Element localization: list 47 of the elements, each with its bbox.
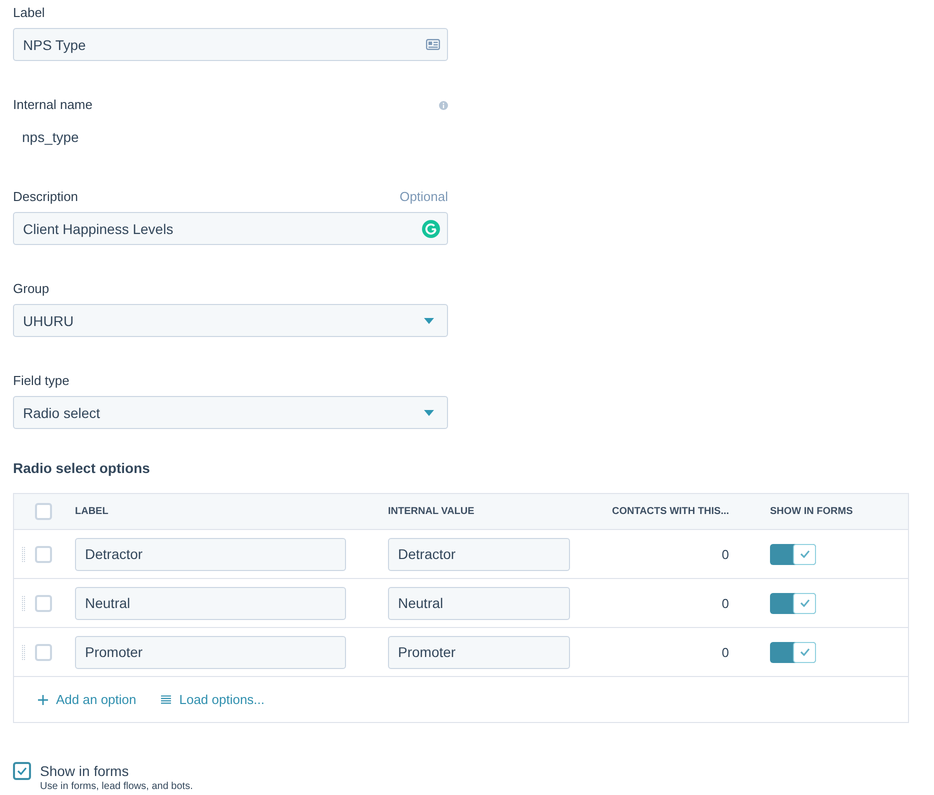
list-icon: [161, 695, 172, 704]
internal-value-input[interactable]: Promoter: [388, 636, 570, 668]
row-checkbox[interactable]: [35, 644, 52, 660]
caret-icon: [424, 410, 434, 416]
option-label-input[interactable]: Detractor: [75, 538, 346, 570]
option-label-input[interactable]: Neutral: [75, 586, 346, 620]
column-header: SHOW IN FORMS: [770, 506, 853, 517]
info-icon[interactable]: [439, 100, 448, 110]
add-option-link[interactable]: Add an option: [38, 692, 136, 707]
contacts-count: 0: [722, 644, 729, 660]
show-in-forms-checkbox[interactable]: [13, 762, 31, 780]
internal-name-value: nps_type: [22, 128, 79, 144]
contacts-count: 0: [722, 596, 729, 610]
column-header: INTERNAL VALUE: [388, 506, 474, 517]
card-icon[interactable]: [426, 39, 440, 50]
show-in-forms-toggle[interactable]: [770, 642, 816, 662]
check-icon: [800, 550, 810, 558]
field-label: Field type: [13, 372, 70, 390]
select-all-checkbox[interactable]: [35, 503, 52, 520]
row-checkbox[interactable]: [35, 546, 52, 562]
load-options-link[interactable]: Load options...: [161, 692, 265, 707]
group-dropdown[interactable]: UHURU: [13, 304, 448, 337]
contacts-count: 0: [722, 546, 729, 562]
column-header: CONTACTS WITH THIS...: [612, 506, 730, 517]
check-icon: [800, 599, 810, 607]
section-heading: Radio select options: [13, 459, 150, 477]
field-label: Internal name: [13, 96, 92, 114]
optional-hint: Optional: [400, 188, 448, 206]
row-checkbox[interactable]: [35, 594, 52, 612]
internal-value-input[interactable]: Neutral: [388, 586, 570, 620]
check-icon: [800, 648, 810, 656]
checkbox-label: Show in forms: [40, 762, 130, 780]
field-label: Label: [13, 4, 45, 22]
label-input[interactable]: NPS Type: [13, 28, 448, 61]
option-label-input[interactable]: Promoter: [75, 636, 346, 668]
column-header: LABEL: [75, 506, 108, 517]
check-icon: [17, 767, 27, 775]
field-label: Group: [13, 280, 50, 298]
field-label: Description: [13, 188, 78, 206]
show-in-forms-toggle[interactable]: [770, 592, 816, 614]
internal-value-input[interactable]: Detractor: [388, 538, 570, 570]
help-text: Use in forms, lead flows, and bots.: [40, 780, 193, 794]
caret-icon: [424, 318, 434, 324]
field-type-dropdown[interactable]: Radio select: [13, 396, 448, 429]
description-input[interactable]: Client Happiness Levels: [13, 212, 448, 245]
show-in-forms-toggle[interactable]: [770, 544, 816, 564]
plus-icon: [38, 694, 48, 704]
